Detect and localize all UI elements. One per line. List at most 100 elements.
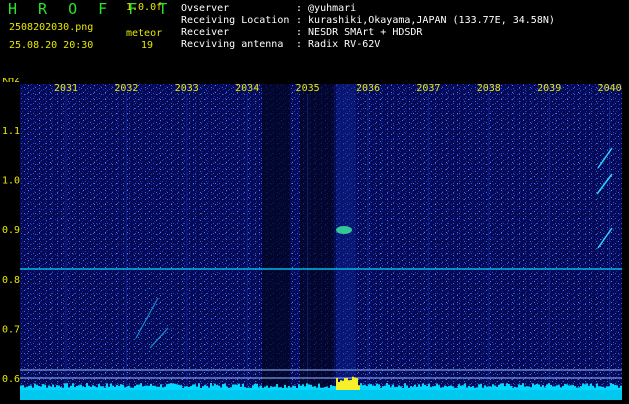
noise-spike [36,385,38,390]
noise-spike [230,387,232,390]
noise-spike [114,386,116,390]
noise-spike [174,383,176,390]
noise-spike [292,385,294,390]
noise-spike [222,384,224,390]
noise-spike [144,385,146,390]
noise-spike [72,383,74,390]
noise-spike [78,385,80,390]
noise-spike [504,386,506,390]
noise-spike [522,383,524,390]
meta-key: Recviving antenna [181,39,284,50]
noise-spike [162,387,164,390]
noise-spike [372,385,374,390]
noise-spike [168,383,170,390]
noise-spike [440,387,442,390]
noise-spike [358,385,360,390]
noise-spike [188,386,190,390]
dark-band [300,84,334,400]
noise-spike [580,386,582,390]
noise-spike [392,384,394,390]
noise-spike [398,385,400,390]
noise-spike [316,387,318,390]
noise-spike [204,385,206,390]
noise-spike [48,385,50,390]
noise-spike [538,384,540,390]
noise-spike [126,386,128,390]
noise-spike [24,387,26,390]
noise-spike [284,384,286,390]
noise-spike [302,384,304,390]
noise-spike [484,385,486,390]
noise-spike [94,386,96,390]
noise-spike [130,387,132,390]
noise-spike [530,387,532,390]
noise-spike [98,384,100,390]
noise-spike [322,387,324,390]
noise-spike [516,387,518,390]
noise-spike [442,387,444,390]
noise-spike [242,383,244,390]
noise-spike [618,387,620,390]
noise-spike [170,383,172,390]
header: H R O F F T 1.0.0f 2508202030.png 25.08.… [0,0,629,78]
noise-spike [498,384,500,390]
noise-spike [472,386,474,390]
noise-spike [96,387,98,390]
noise-spike [542,385,544,390]
noise-spike [336,378,338,390]
noise-spike [286,387,288,390]
noise-spike [276,384,278,390]
noise-spike [608,386,610,390]
meta-value: : NESDR SMArt + HDSDR [296,27,423,38]
noise-spike [510,385,512,390]
noise-spike [586,383,588,390]
noise-spike [412,387,414,390]
noise-spike [224,383,226,390]
noise-spike [42,384,44,390]
noise-spike [598,386,600,390]
noise-spike [594,387,596,390]
noise-spike [150,383,152,390]
meteor-burst [336,226,352,234]
noise-spike [134,385,136,390]
noise-spike [424,385,426,390]
noise-spike [452,386,454,390]
noise-spike [120,384,122,390]
noise-spike [388,384,390,390]
noise-spike [480,383,482,390]
noise-spike [378,384,380,390]
noise-spike [278,387,280,390]
noise-spike [210,383,212,390]
noise-spike [172,383,174,390]
noise-spike [110,383,112,390]
meta-value: : kurashiki,Okayama,JAPAN (133.77E, 34.5… [296,15,555,26]
noise-spike [68,387,70,390]
noise-spike [482,387,484,390]
noise-spike [30,385,32,390]
noise-spike [106,383,108,390]
noise-spike [492,384,494,390]
noise-spike [208,387,210,390]
x-tick-label: 2032 [114,83,138,94]
noise-spike [338,381,340,390]
noise-spike [620,385,622,390]
y-tick-label: 1.1 [2,126,20,137]
meta-key: Receiver [181,27,230,38]
noise-spike [596,383,598,390]
noise-spike [528,386,530,390]
noise-spike [274,386,276,390]
noise-spike [164,386,166,390]
noise-spike [202,386,204,390]
noise-spike [604,387,606,390]
noise-spike [364,384,366,390]
x-tick-label: 2035 [296,83,320,94]
noise-spike [320,387,322,390]
noise-spike [180,385,182,390]
noise-spike [568,385,570,390]
noise-spike [468,385,470,390]
noise-spike [600,386,602,390]
noise-spike [606,386,608,390]
noise-spike [108,386,110,390]
dark-band [262,84,290,400]
meta-row: Receiving Location: kurashiki,Okayama,JA… [181,15,555,27]
